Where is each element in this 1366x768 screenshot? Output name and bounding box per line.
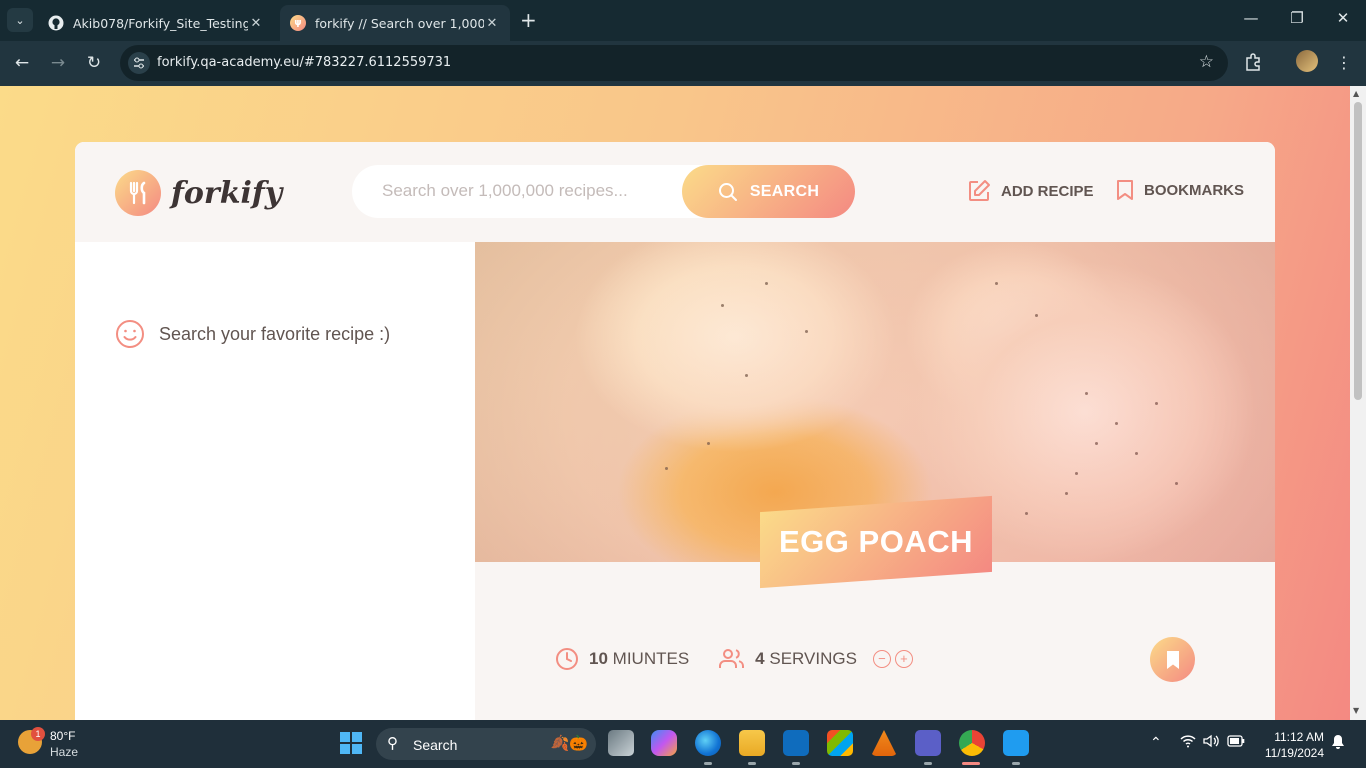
forkify-favicon-icon: ψ	[290, 15, 306, 31]
new-tab-button[interactable]: +	[520, 9, 537, 31]
servings-value: 4	[755, 649, 765, 668]
minimize-button[interactable]: —	[1236, 9, 1266, 27]
add-recipe-label: ADD RECIPE	[1001, 182, 1094, 200]
search-button-label: SEARCH	[749, 182, 820, 200]
browser-tabstrip: ⌄ Akib078/Forkify_Site_Testing ✕ ψ forki…	[0, 0, 1366, 41]
bookmark-icon	[1117, 180, 1133, 200]
tab-forkify[interactable]: ψ forkify // Search over 1,000,000 ✕	[280, 5, 510, 41]
bookmark-recipe-button[interactable]	[1150, 637, 1195, 682]
app-header: forkify SEARCH ADD RECIPE BOOKMARKS	[75, 142, 1275, 242]
vscode-running-indicator	[1012, 762, 1020, 765]
teams-icon[interactable]	[915, 730, 941, 756]
weather-temp[interactable]: 80°F	[50, 729, 75, 743]
servings-unit: SERVINGS	[769, 649, 857, 668]
github-icon	[48, 15, 64, 31]
search-form: SEARCH	[352, 165, 855, 218]
scrollbar-thumb[interactable]	[1354, 102, 1362, 400]
tab-close-icon[interactable]: ✕	[248, 16, 264, 31]
add-recipe-button[interactable]: ADD RECIPE	[967, 179, 1094, 203]
clock-icon	[556, 648, 578, 670]
bookmarks-label: BOOKMARKS	[1144, 181, 1244, 199]
profile-avatar[interactable]	[1296, 50, 1318, 72]
cooking-time-value: 10	[589, 649, 608, 668]
recipe-view: EGG POACH 10 MIUNTES 4 SERVINGS − +	[475, 242, 1275, 720]
speaker-icon[interactable]	[1203, 734, 1219, 751]
explorer-running-indicator	[748, 762, 756, 765]
browser-toolbar: ← → ↻ forkify.qa-academy.eu/#783227.6112…	[0, 41, 1366, 86]
recipe-details: 10 MIUNTES 4 SERVINGS − +	[555, 647, 913, 671]
restore-button[interactable]: ❐	[1282, 9, 1312, 27]
system-clock[interactable]: 11:12 AM 11/19/2024	[1258, 729, 1324, 761]
weather-badge: 1	[31, 727, 45, 741]
taskbar-search-label: Search	[413, 737, 458, 753]
vscode-icon[interactable]	[1003, 730, 1029, 756]
file-explorer-icon[interactable]	[739, 730, 765, 756]
wifi-icon[interactable]	[1180, 734, 1196, 751]
reload-icon[interactable]: ↻	[82, 53, 106, 73]
bookmarks-button[interactable]: BOOKMARKS	[1116, 179, 1244, 201]
cooking-time-unit: MIUNTES	[612, 649, 690, 668]
edge-icon[interactable]	[695, 730, 721, 756]
back-arrow-icon[interactable]: ←	[10, 53, 34, 73]
logo-text: forkify	[171, 175, 283, 211]
tab-close-icon[interactable]: ✕	[484, 16, 500, 31]
edge-running-indicator	[704, 762, 712, 765]
search-icon	[718, 182, 737, 201]
bookmark-star-icon[interactable]: ☆	[1199, 52, 1214, 72]
recipe-title-text: EGG POACH	[779, 524, 973, 559]
forward-arrow-icon[interactable]: →	[46, 53, 70, 73]
outlook-icon[interactable]	[783, 730, 809, 756]
extensions-icon[interactable]	[1244, 53, 1262, 75]
bell-icon[interactable]	[1331, 734, 1345, 753]
copilot-icon[interactable]	[651, 730, 677, 756]
search-input[interactable]	[382, 181, 662, 201]
recipe-title: EGG POACH	[760, 495, 992, 589]
smile-icon	[116, 320, 144, 348]
search-results-sidebar: Search your favorite recipe :)	[75, 242, 475, 720]
outlook-running-indicator	[792, 762, 800, 765]
clock-time: 11:12 AM	[1274, 730, 1324, 744]
site-info-icon[interactable]	[128, 52, 150, 74]
scroll-down-icon[interactable]: ▼	[1353, 706, 1359, 715]
battery-icon[interactable]	[1227, 734, 1245, 750]
increase-servings-icon[interactable]: +	[894, 650, 913, 668]
forkify-container: forkify SEARCH ADD RECIPE BOOKMARKS	[75, 142, 1275, 720]
close-window-button[interactable]: ✕	[1328, 9, 1358, 27]
empty-results-message: Search your favorite recipe :)	[115, 319, 390, 349]
search-button[interactable]: SEARCH	[682, 165, 855, 218]
weather-condition[interactable]: Haze	[50, 745, 78, 759]
more-menu-icon[interactable]: ⋮	[1336, 53, 1352, 72]
servings: 4 SERVINGS − +	[719, 647, 913, 671]
chrome-icon[interactable]	[959, 730, 985, 756]
search-highlight-icon: 🍂🎃	[550, 735, 588, 752]
page-scrollbar[interactable]: ▲ ▼	[1350, 86, 1366, 720]
fork-knife-icon	[115, 170, 161, 216]
empty-results-text: Search your favorite recipe :)	[159, 323, 391, 344]
users-icon	[719, 649, 745, 668]
chrome-active-indicator	[962, 762, 980, 765]
windows-start-icon[interactable]	[340, 732, 362, 754]
teams-running-indicator	[924, 762, 932, 765]
forkify-logo[interactable]: forkify	[115, 170, 282, 216]
cooking-time: 10 MIUNTES	[555, 647, 689, 671]
url-text[interactable]: forkify.qa-academy.eu/#783227.6112559731	[157, 55, 451, 70]
tab-github[interactable]: Akib078/Forkify_Site_Testing ✕	[38, 5, 274, 41]
clock-date: 11/19/2024	[1264, 746, 1324, 760]
bookmark-icon	[1166, 650, 1179, 669]
tab-search-menu-icon[interactable]: ⌄	[7, 8, 33, 32]
vlc-icon[interactable]	[871, 730, 897, 756]
tab-title: Akib078/Forkify_Site_Testing	[73, 15, 248, 31]
chevron-up-icon[interactable]: ⌃	[1150, 734, 1162, 751]
edit-icon	[969, 180, 990, 201]
tab-title: forkify // Search over 1,000,000	[315, 15, 484, 31]
scroll-up-icon[interactable]: ▲	[1353, 89, 1359, 98]
decrease-servings-icon[interactable]: −	[872, 650, 891, 668]
search-icon: ⚲	[387, 735, 398, 752]
task-view-icon[interactable]	[608, 730, 634, 756]
page-background: forkify SEARCH ADD RECIPE BOOKMARKS	[0, 86, 1350, 720]
taskbar-search[interactable]: ⚲ Search 🍂🎃	[376, 728, 596, 760]
address-bar[interactable]: forkify.qa-academy.eu/#783227.6112559731…	[120, 45, 1228, 81]
windows-taskbar: 1 80°F Haze ⚲ Search 🍂🎃 ⌃ 11:12 AM 11/19…	[0, 720, 1366, 768]
microsoft-store-icon[interactable]	[827, 730, 853, 756]
